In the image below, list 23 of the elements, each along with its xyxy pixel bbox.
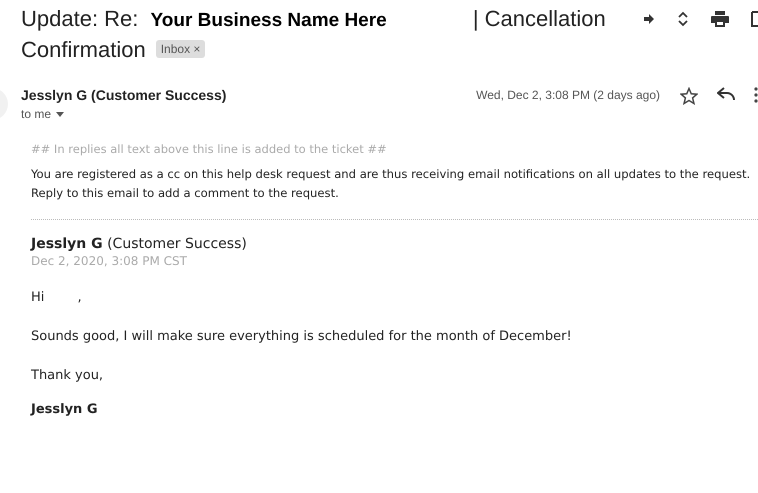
signature: Jesslyn G [31, 401, 99, 419]
message-text: Thank you, [31, 367, 104, 385]
message-date: Wed, Dec 2, 3:08 PM (2 days ago) [476, 87, 660, 104]
email-subject: Update: Re: Your Business Name Here | Cancellation Confirmation Inbox × [21, 5, 607, 64]
reply-icon[interactable] [717, 87, 735, 101]
caret-icon [56, 112, 64, 116]
message-text: Hi , [31, 289, 83, 307]
forward-arrow-icon[interactable] [643, 13, 655, 25]
recipient-dropdown[interactable]: to me [21, 107, 476, 121]
reply-notice: ## In replies all text above this line is added to the ticket ## [31, 142, 388, 156]
expand-icon[interactable] [677, 10, 689, 28]
inbox-label[interactable]: Inbox × [156, 40, 206, 58]
star-icon[interactable] [680, 87, 698, 105]
new-window-icon[interactable] [751, 11, 758, 27]
intro-text: You are registered as a cc on this help desk request and are thus receiving email notifications on all updates to the request. [31, 166, 752, 183]
intro-text: Reply to this email to add a comment to the request. [31, 185, 340, 202]
print-icon[interactable] [711, 11, 729, 27]
sender-name: Jesslyn G (Customer Success) [21, 86, 228, 104]
post-date: Dec 2, 2020, 3:08 PM CST [31, 254, 188, 268]
author-name: Jesslyn G [31, 236, 103, 252]
more-icon[interactable] [754, 87, 758, 103]
message-text: Sounds good, I will make sure everything is scheduled for the month of December! [31, 328, 573, 346]
author-role: (Customer Success) [107, 236, 247, 252]
